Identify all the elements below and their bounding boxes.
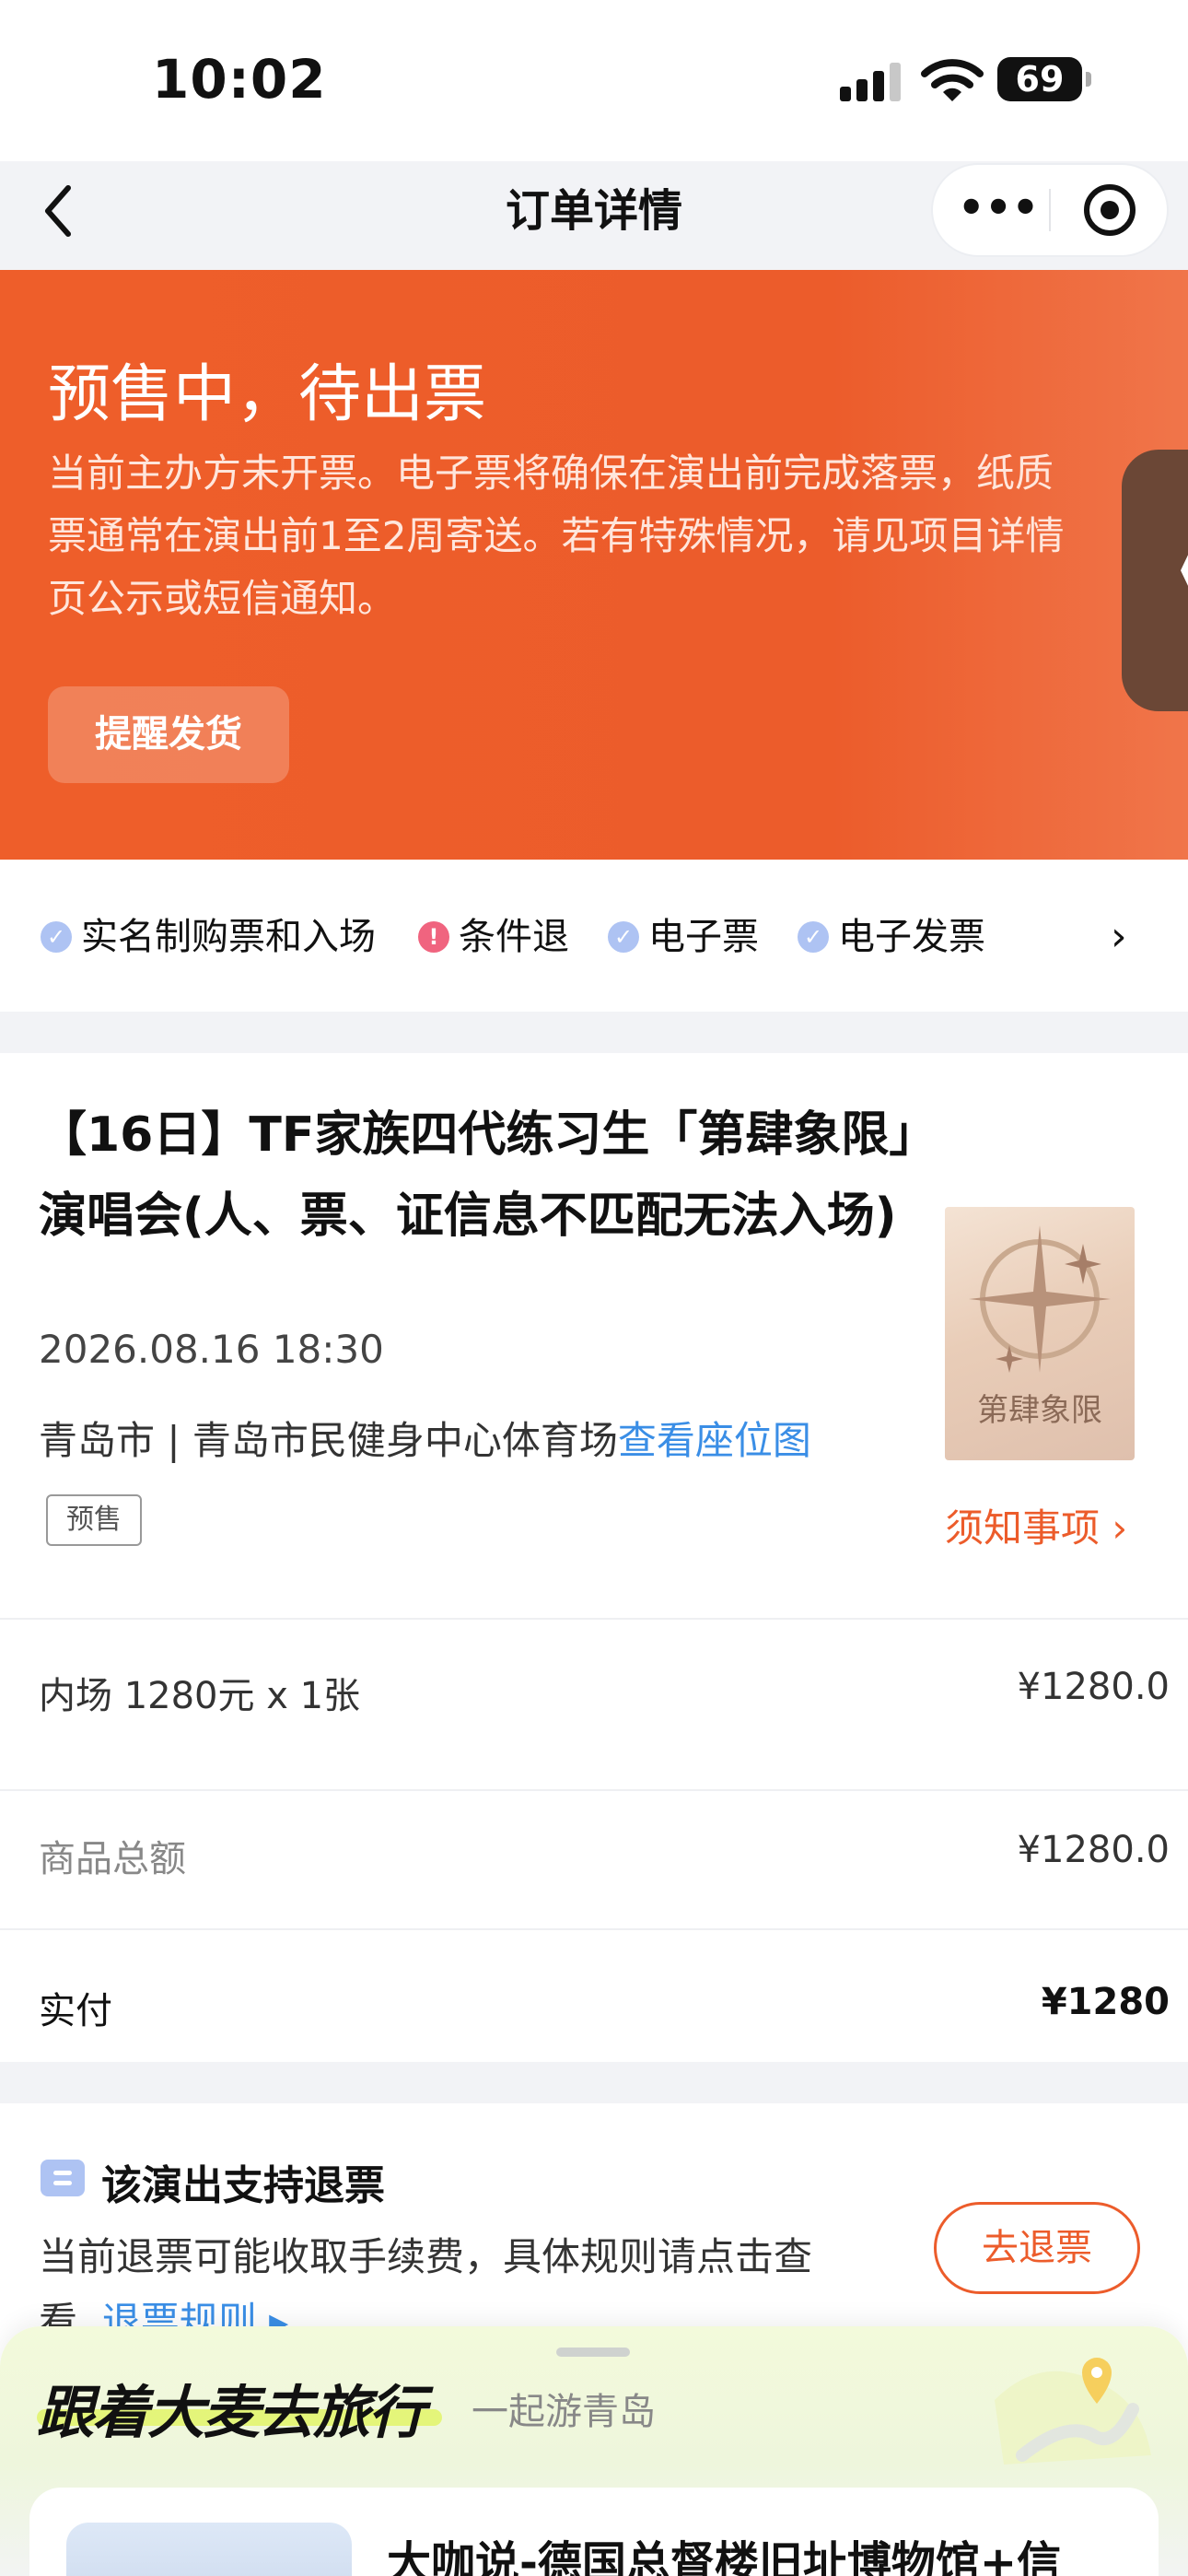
ticket-line-price: ¥1280.0 xyxy=(1017,1666,1170,1708)
travel-subtitle: 一起游青岛 xyxy=(472,2391,656,2433)
wifi-icon xyxy=(921,59,984,101)
venue-text: 青岛市 | 青岛市民健身中心体育场 xyxy=(39,1418,618,1463)
chevron-left-icon: 《 xyxy=(1138,523,1188,625)
chevron-right-icon: › xyxy=(1100,1505,1128,1551)
divider xyxy=(0,1618,1188,1620)
map-pin-icon xyxy=(995,2358,1151,2465)
notice-link[interactable]: 须知事项 › xyxy=(945,1497,1127,1553)
show-datetime: 2026.08.16 18:30 xyxy=(39,1327,384,1372)
side-drawer-handle[interactable]: 《 xyxy=(1122,450,1188,711)
cellular-signal-icon xyxy=(840,63,901,101)
subtotal-value: ¥1280.0 xyxy=(1017,1829,1170,1871)
poster-title: 第肆象限 xyxy=(977,1392,1102,1429)
paid-label: 实付 xyxy=(39,1990,112,2032)
refund-title: 该演出支持退票 xyxy=(101,2162,385,2209)
travel-thumbnail xyxy=(66,2523,352,2576)
tag-conditional-refund: 条件退 xyxy=(459,916,569,958)
seat-map-link[interactable]: 查看座位图 xyxy=(618,1418,811,1463)
divider xyxy=(0,1789,1188,1791)
show-poster[interactable]: 第肆象限 xyxy=(945,1207,1135,1460)
check-icon: ✓ xyxy=(798,921,829,953)
paid-value: ¥1280 xyxy=(1041,1981,1170,2023)
tag-e-invoice: 电子发票 xyxy=(838,916,985,958)
order-status-description: 当前主办方未开票。电子票将确保在演出前完成落票，纸质票通常在演出前1至2周寄送。… xyxy=(48,451,1065,621)
poster-art-icon: 第肆象限 xyxy=(969,1225,1111,1429)
panel-grab-handle[interactable] xyxy=(556,2348,630,2357)
capsule-divider xyxy=(1049,189,1051,231)
ticket-line-label: 内场 1280元 x 1张 xyxy=(39,1675,361,1717)
exclamation-icon: ! xyxy=(418,921,449,953)
check-icon: ✓ xyxy=(608,921,639,953)
travel-title: 跟着大麦去旅行 xyxy=(37,2379,425,2446)
travel-card-title: 大咖说-德国总督楼旧址博物馆+信 xyxy=(387,2537,1062,2576)
check-icon: ✓ xyxy=(41,921,72,953)
status-time: 10:02 xyxy=(152,48,327,111)
battery-indicator: 69 xyxy=(997,57,1091,101)
subtotal-label: 商品总额 xyxy=(39,1838,186,1880)
more-icon[interactable]: ••• xyxy=(958,184,1039,236)
ticket-icon xyxy=(41,2160,85,2196)
refund-button[interactable]: 去退票 xyxy=(934,2202,1140,2294)
chevron-right-icon[interactable]: › xyxy=(1111,912,1127,962)
show-venue: 青岛市 | 青岛市民健身中心体育场查看座位图 xyxy=(39,1410,811,1466)
presale-badge: 预售 xyxy=(46,1494,142,1546)
divider xyxy=(0,1928,1188,1930)
order-status-title: 预售中，待出票 xyxy=(48,358,487,431)
tag-real-name: 实名制购票和入场 xyxy=(81,916,376,958)
show-title[interactable]: 【16日】TF家族四代练习生「第肆象限」演唱会(人、票、证信息不匹配无法入场) xyxy=(39,1095,937,1257)
remind-shipping-button[interactable]: 提醒发货 xyxy=(48,686,289,783)
close-miniprogram-icon[interactable] xyxy=(1084,184,1136,236)
tag-e-ticket: 电子票 xyxy=(648,916,759,958)
notice-link-label: 须知事项 xyxy=(945,1505,1101,1551)
